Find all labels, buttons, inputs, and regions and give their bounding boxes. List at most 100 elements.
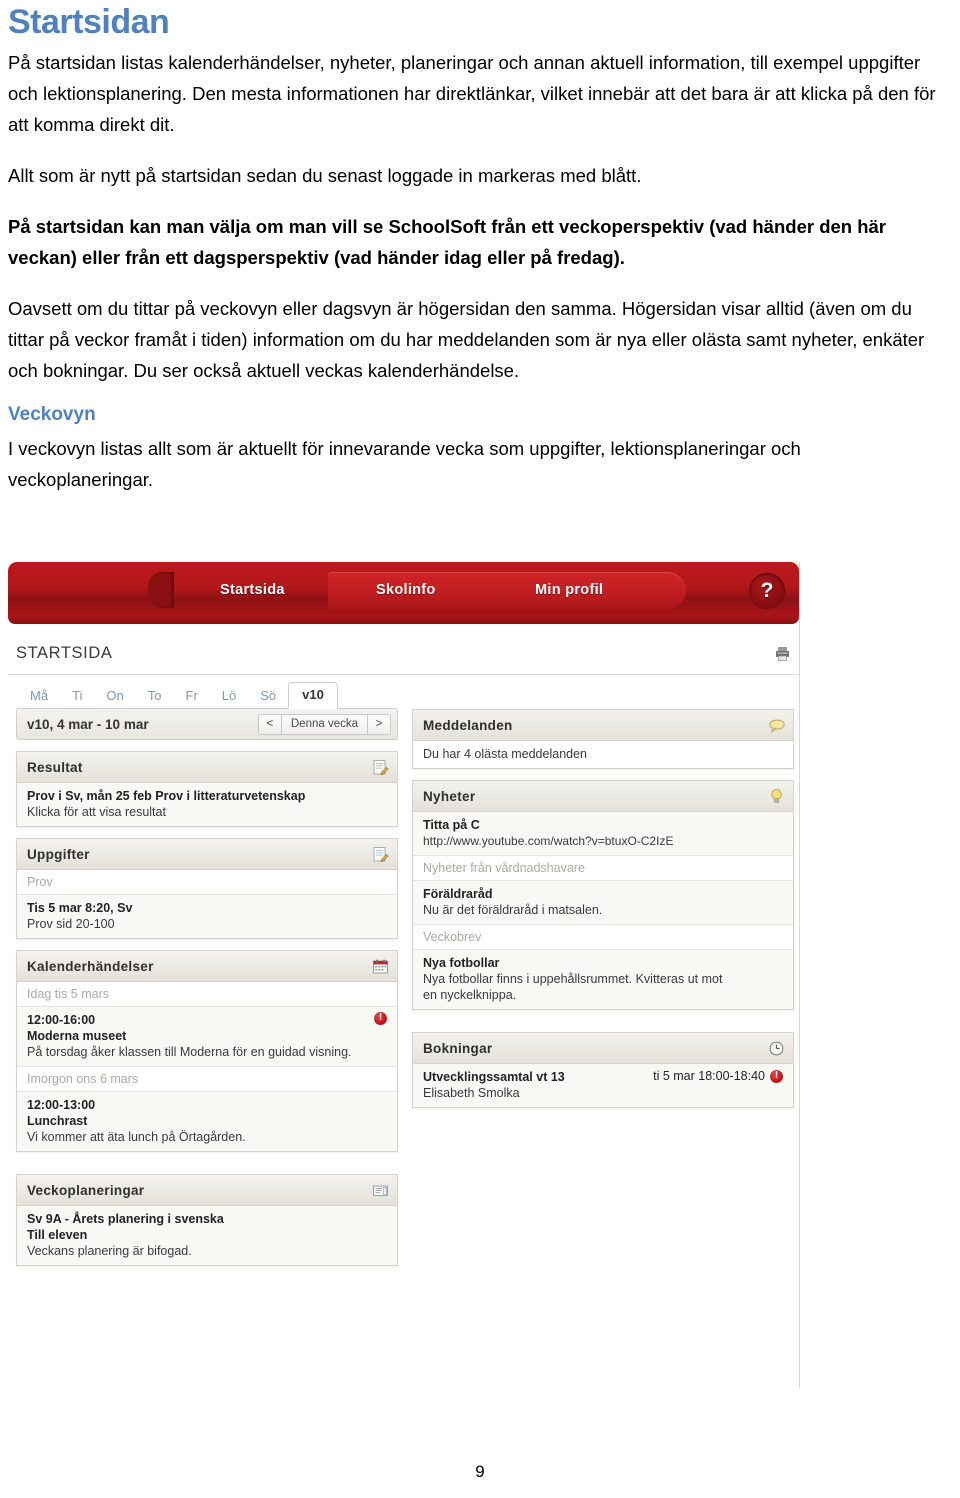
panel-header: Nyheter <box>413 781 793 812</box>
item-title: Moderna museet <box>27 1029 127 1043</box>
paragraph-2: Allt som är nytt på startsidan sedan du … <box>8 165 642 187</box>
calendar-icon[interactable] <box>372 958 389 975</box>
paragraph-5: I veckovyn listas allt som är aktuellt f… <box>8 438 801 491</box>
day-tab-on[interactable]: On <box>94 684 135 709</box>
speech-bubble-icon[interactable] <box>768 717 785 734</box>
paragraph-4: Oavsett om du tittar på veckovyn eller d… <box>8 298 925 382</box>
list-item[interactable]: 12:00-13:00 Lunchrast Vi kommer att äta … <box>17 1092 397 1151</box>
prev-week-button[interactable]: < <box>257 713 282 735</box>
item-text: Vi kommer att äta lunch på Örtagården. <box>27 1130 246 1144</box>
list-item[interactable]: Prov i Sv, mån 25 feb Prov i litteraturv… <box>17 783 397 826</box>
list-item[interactable]: Föräldraråd Nu är det föräldraråd i mats… <box>413 881 793 925</box>
panel-bokningar: Bokningar Utvecklingssamtal vt 13 Elisab… <box>412 1032 794 1108</box>
day-tab-lo[interactable]: Lö <box>210 684 248 709</box>
list-item[interactable]: Titta på C http://www.youtube.com/watch?… <box>413 812 793 856</box>
panel-body: Prov Tis 5 mar 8:20, Sv Prov sid 20-100 <box>17 870 397 938</box>
item-title: Titta på C <box>423 818 480 832</box>
panel-nyheter: Nyheter Titta på C http://www.youtube.co… <box>412 780 794 1010</box>
alert-icon <box>770 1069 783 1083</box>
panel-title: Meddelanden <box>423 717 513 733</box>
paragraph-3: På startsidan kan man välja om man vill … <box>8 216 887 269</box>
document-lines-icon[interactable] <box>372 1182 389 1199</box>
nav-item-min-profil[interactable]: Min profil <box>535 582 603 598</box>
item-time: 12:00-16:00 <box>27 1013 96 1027</box>
document-body: Startsidan På startsidan listas kalender… <box>0 0 960 495</box>
list-item[interactable]: 12:00-16:00 Moderna museet På torsdag åk… <box>17 1007 397 1067</box>
panel-body: Idag tis 5 mars 12:00-16:00 Moderna muse… <box>17 982 397 1151</box>
panel-title: Uppgifter <box>27 846 90 862</box>
day-tab-fr[interactable]: Fr <box>174 684 210 709</box>
item-title: Lunchrast <box>27 1114 88 1128</box>
item-title: Tis 5 mar 8:20, Sv <box>27 901 133 915</box>
nav-item-startsida[interactable]: Startsida <box>220 582 285 598</box>
day-tab-ti[interactable]: Ti <box>60 684 94 709</box>
item-subtitle: Till eleven <box>27 1228 88 1242</box>
list-item[interactable]: Tis 5 mar 8:20, Sv Prov sid 20-100 <box>17 895 397 938</box>
panel-body: Sv 9A - Årets planering i svenska Till e… <box>17 1206 397 1265</box>
edit-note-icon[interactable] <box>372 846 389 863</box>
next-week-button[interactable]: > <box>367 713 391 735</box>
item-title: Prov i Sv, mån 25 feb Prov i litteraturv… <box>27 789 306 803</box>
panel-header: Veckoplaneringar <box>17 1175 397 1206</box>
panel-body: Utvecklingssamtal vt 13 Elisabeth Smolka… <box>413 1064 793 1107</box>
day-tab-ma[interactable]: Må <box>18 684 60 709</box>
list-item[interactable]: Nya fotbollar Nya fotbollar finns i uppe… <box>413 950 793 1009</box>
clock-icon[interactable] <box>768 1040 785 1057</box>
panel-header: Meddelanden <box>413 710 793 741</box>
panel-title: Kalenderhändelser <box>27 958 154 974</box>
item-link[interactable]: http://www.youtube.com/watch?v=btuxO-C2I… <box>423 833 783 849</box>
panel-kalenderhandelser: Kalenderhändelser Idag tis 5 mars 12:00-… <box>16 950 398 1152</box>
list-item[interactable]: Du har 4 olästa meddelanden <box>413 741 793 768</box>
panel-title: Bokningar <box>423 1040 493 1056</box>
item-text: Nu är det föräldraråd i matsalen. <box>423 903 603 917</box>
panel-title: Resultat <box>27 759 83 775</box>
item-title: Nya fotbollar <box>423 956 500 970</box>
list-item[interactable]: Utvecklingssamtal vt 13 Elisabeth Smolka… <box>413 1064 793 1107</box>
item-title: Föräldraråd <box>423 887 493 901</box>
nav-item-skolinfo[interactable]: Skolinfo <box>376 582 436 598</box>
top-navigation-bar: Startsida Skolinfo Min profil ? <box>8 562 799 624</box>
week-navigation-bar: v10, 4 mar - 10 mar < Denna vecka > <box>16 708 398 740</box>
panel-uppgifter: Uppgifter Prov Tis 5 mar 8:20, Sv Prov s… <box>16 838 398 939</box>
paragraph-1: På startsidan listas kalenderhändelser, … <box>8 52 936 136</box>
week-nav-buttons: < Denna vecka > <box>257 713 391 735</box>
page-title: Startsidan <box>8 3 170 41</box>
dashboard-columns: Må Ti On To Fr Lö Sö v10 v10, 4 mar - 10… <box>8 675 799 1266</box>
current-week-button[interactable]: Denna vecka <box>281 713 367 735</box>
item-meta: ti 5 mar 18:00-18:40 <box>653 1069 765 1083</box>
right-column: Meddelanden Du har 4 olästa meddelanden <box>412 683 794 1266</box>
panel-resultat: Resultat Prov i Sv, mån 25 feb Prov i li… <box>16 751 398 827</box>
section-heading-veckovyn: Veckovyn <box>8 404 96 426</box>
alert-icon <box>374 1011 387 1025</box>
day-tab-so[interactable]: Sö <box>248 684 288 709</box>
help-button[interactable]: ? <box>749 573 785 609</box>
printer-icon[interactable] <box>774 645 791 662</box>
item-text: Klicka för att visa resultat <box>27 805 166 819</box>
panel-body: Du har 4 olästa meddelanden <box>413 741 793 768</box>
item-text: På torsdag åker klassen till Moderna för… <box>27 1045 352 1059</box>
item-text: Prov sid 20-100 <box>27 917 115 931</box>
group-header: Idag tis 5 mars <box>17 982 397 1007</box>
page-header-title: STARTSIDA <box>16 643 113 662</box>
day-tab-to[interactable]: To <box>136 684 174 709</box>
day-tab-strip: Må Ti On To Fr Lö Sö v10 <box>16 682 398 709</box>
panel-title: Nyheter <box>423 788 476 804</box>
panel-header: Kalenderhändelser <box>17 951 397 982</box>
item-text: Veckans planering är bifogad. <box>27 1244 192 1258</box>
list-item[interactable]: Sv 9A - Årets planering i svenska Till e… <box>17 1206 397 1265</box>
panel-veckoplaneringar: Veckoplaneringar Sv 9A - Årets planering… <box>16 1174 398 1266</box>
item-time: 12:00-13:00 <box>27 1098 96 1112</box>
group-header: Prov <box>17 870 397 895</box>
schoolsoft-screenshot: Startsida Skolinfo Min profil ? STARTSID… <box>8 562 800 1388</box>
item-title: Sv 9A - Årets planering i svenska <box>27 1212 224 1226</box>
item-text: Du har 4 olästa meddelanden <box>423 747 588 761</box>
item-text: Elisabeth Smolka <box>423 1086 520 1100</box>
edit-note-icon[interactable] <box>372 759 389 776</box>
left-column: Må Ti On To Fr Lö Sö v10 v10, 4 mar - 10… <box>16 682 398 1266</box>
panel-header: Resultat <box>17 752 397 783</box>
day-tab-week[interactable]: v10 <box>288 682 338 709</box>
lightbulb-icon[interactable] <box>768 788 785 805</box>
group-header: Veckobrev <box>413 925 793 950</box>
item-text: Nya fotbollar finns i uppehållsrummet. K… <box>423 972 723 1002</box>
group-header: Nyheter från vårdnadshavare <box>413 856 793 881</box>
